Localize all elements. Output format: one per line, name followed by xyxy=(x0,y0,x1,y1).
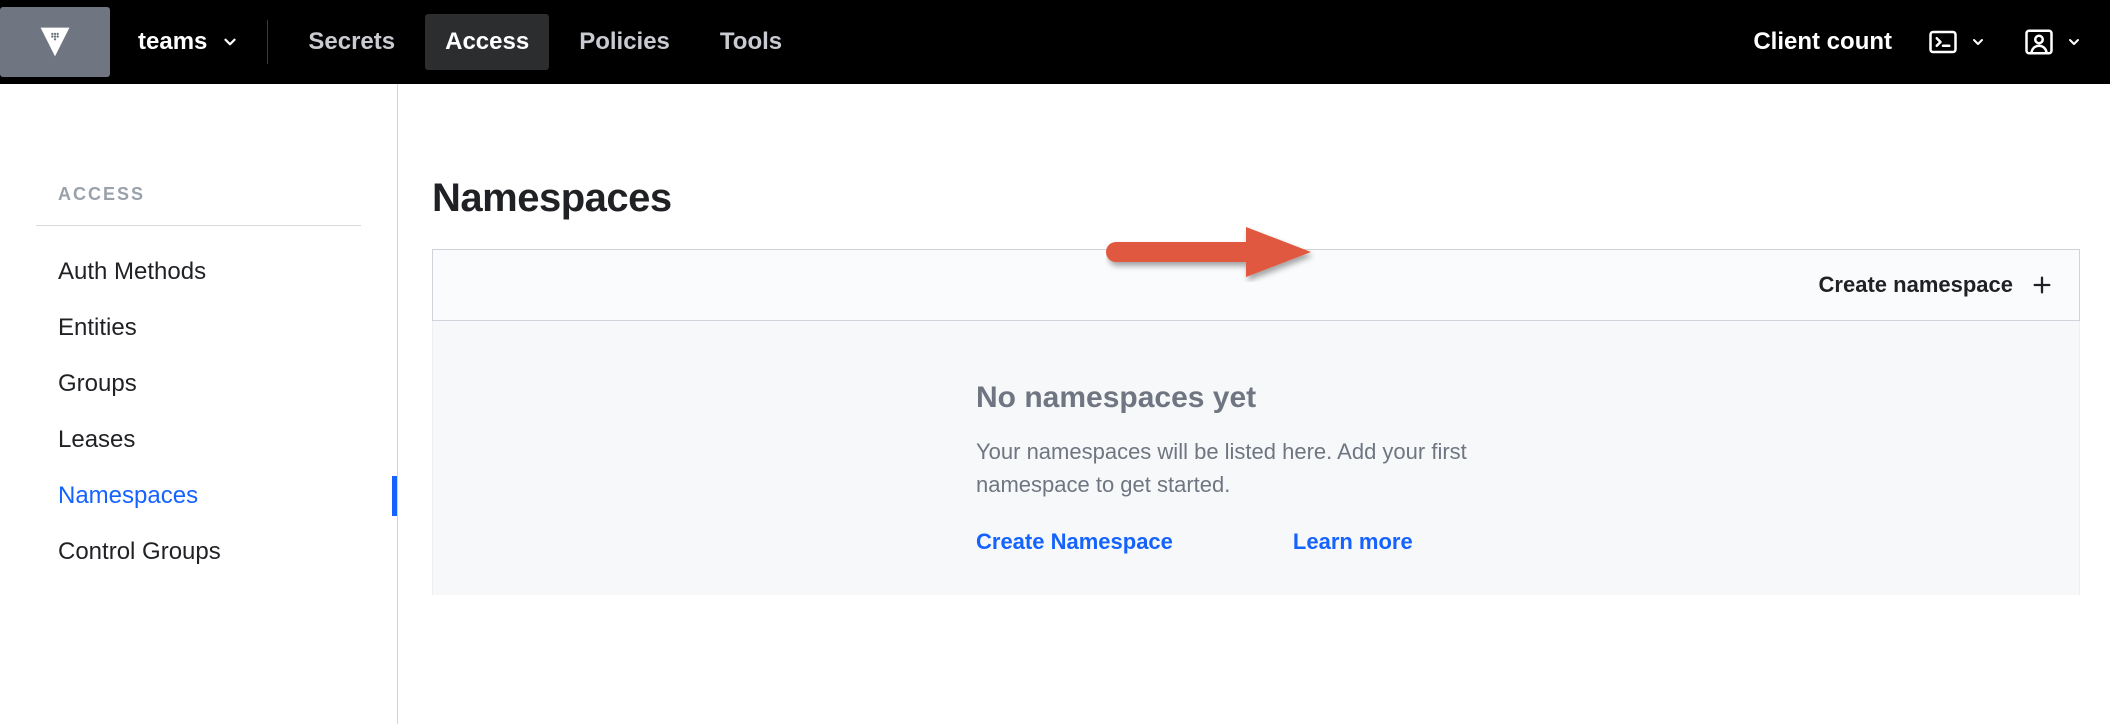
action-bar: Create namespace xyxy=(432,249,2080,321)
sidebar-item-leases[interactable]: Leases xyxy=(0,412,397,468)
main-nav: Secrets Access Policies Tools xyxy=(288,14,802,70)
logo[interactable] xyxy=(0,7,110,77)
chevron-down-icon xyxy=(221,33,239,51)
learn-more-link[interactable]: Learn more xyxy=(1293,529,1413,555)
sidebar: ACCESS Auth Methods Entities Groups Leas… xyxy=(0,84,398,724)
create-namespace-label: Create namespace xyxy=(1819,272,2013,298)
user-menu[interactable] xyxy=(2016,21,2090,63)
right-nav: Client count xyxy=(1747,18,2090,66)
empty-state-title: No namespaces yet xyxy=(976,381,1536,415)
top-nav: teams Secrets Access Policies Tools Clie… xyxy=(0,0,2110,84)
vault-logo-icon xyxy=(37,24,73,60)
sidebar-item-entities[interactable]: Entities xyxy=(0,300,397,356)
sidebar-item-namespaces[interactable]: Namespaces xyxy=(0,468,397,524)
page-title: Namespaces xyxy=(432,176,2080,221)
sidebar-heading: ACCESS xyxy=(0,184,397,225)
empty-state: No namespaces yet Your namespaces will b… xyxy=(432,321,2080,595)
main-content: Namespaces Create namespace No namespace… xyxy=(398,84,2110,724)
user-icon xyxy=(2024,27,2054,57)
sidebar-item-auth-methods[interactable]: Auth Methods xyxy=(0,244,397,300)
nav-policies[interactable]: Policies xyxy=(559,14,690,70)
page-body: ACCESS Auth Methods Entities Groups Leas… xyxy=(0,84,2110,724)
divider xyxy=(36,225,361,226)
nav-tools[interactable]: Tools xyxy=(700,14,802,70)
create-namespace-link[interactable]: Create Namespace xyxy=(976,529,1173,555)
chevron-down-icon xyxy=(2066,34,2082,50)
terminal-icon xyxy=(1928,27,1958,57)
plus-icon xyxy=(2031,274,2053,296)
nav-access[interactable]: Access xyxy=(425,14,549,70)
namespace-switcher-label: teams xyxy=(138,28,207,56)
namespace-switcher[interactable]: teams xyxy=(110,28,267,56)
sidebar-item-control-groups[interactable]: Control Groups xyxy=(0,524,397,580)
empty-state-description: Your namespaces will be listed here. Add… xyxy=(976,435,1536,501)
create-namespace-button[interactable]: Create namespace xyxy=(1819,272,2053,298)
console-menu[interactable] xyxy=(1920,21,1994,63)
nav-secrets[interactable]: Secrets xyxy=(288,14,415,70)
client-count-link[interactable]: Client count xyxy=(1747,18,1898,66)
sidebar-item-groups[interactable]: Groups xyxy=(0,356,397,412)
chevron-down-icon xyxy=(1970,34,1986,50)
divider xyxy=(267,20,268,64)
